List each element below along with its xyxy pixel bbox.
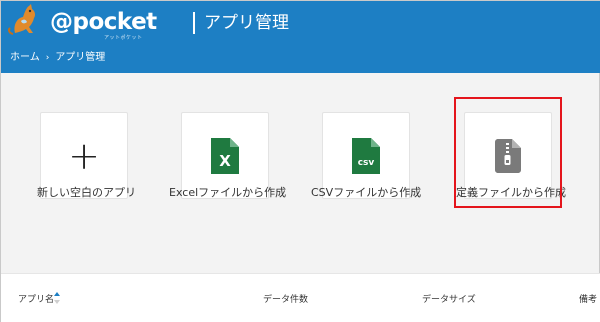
breadcrumb-current: アプリ管理 — [55, 52, 106, 63]
logo-subtitle: アットポケット — [104, 35, 143, 41]
kangaroo-logo-icon[interactable] — [7, 3, 47, 37]
new-blank-app-label: 新しい空白のアプリ — [37, 186, 136, 199]
column-header-notes[interactable]: 備考 — [579, 294, 597, 306]
app-header: @pocket アットポケット アプリ管理 ホーム › アプリ管理 — [1, 1, 600, 73]
column-header-data-size[interactable]: データサイズ — [422, 294, 476, 306]
breadcrumb: ホーム › アプリ管理 — [10, 52, 105, 64]
csv-import-label: CSVファイルから作成 — [311, 186, 422, 199]
page-title: アプリ管理 — [204, 13, 289, 33]
breadcrumb-chevron-icon: › — [45, 53, 50, 63]
svg-text:X: X — [219, 152, 231, 170]
logo-text[interactable]: @pocket — [50, 9, 157, 35]
highlight-box — [454, 97, 562, 208]
column-header-record-count[interactable]: データ件数 — [263, 294, 308, 306]
svg-text:csv: csv — [358, 158, 375, 168]
app-table-header: アプリ名 データ件数 データサイズ 備考 — [1, 273, 600, 322]
column-header-app-name[interactable]: アプリ名 — [18, 294, 54, 306]
csv-file-icon: csv — [352, 137, 380, 174]
sort-icon[interactable] — [54, 291, 60, 305]
breadcrumb-home[interactable]: ホーム — [10, 52, 40, 64]
plus-icon: + — [68, 133, 100, 178]
title-divider — [193, 12, 195, 34]
excel-import-label: Excelファイルから作成 — [169, 186, 287, 199]
excel-file-icon: X — [211, 137, 239, 174]
